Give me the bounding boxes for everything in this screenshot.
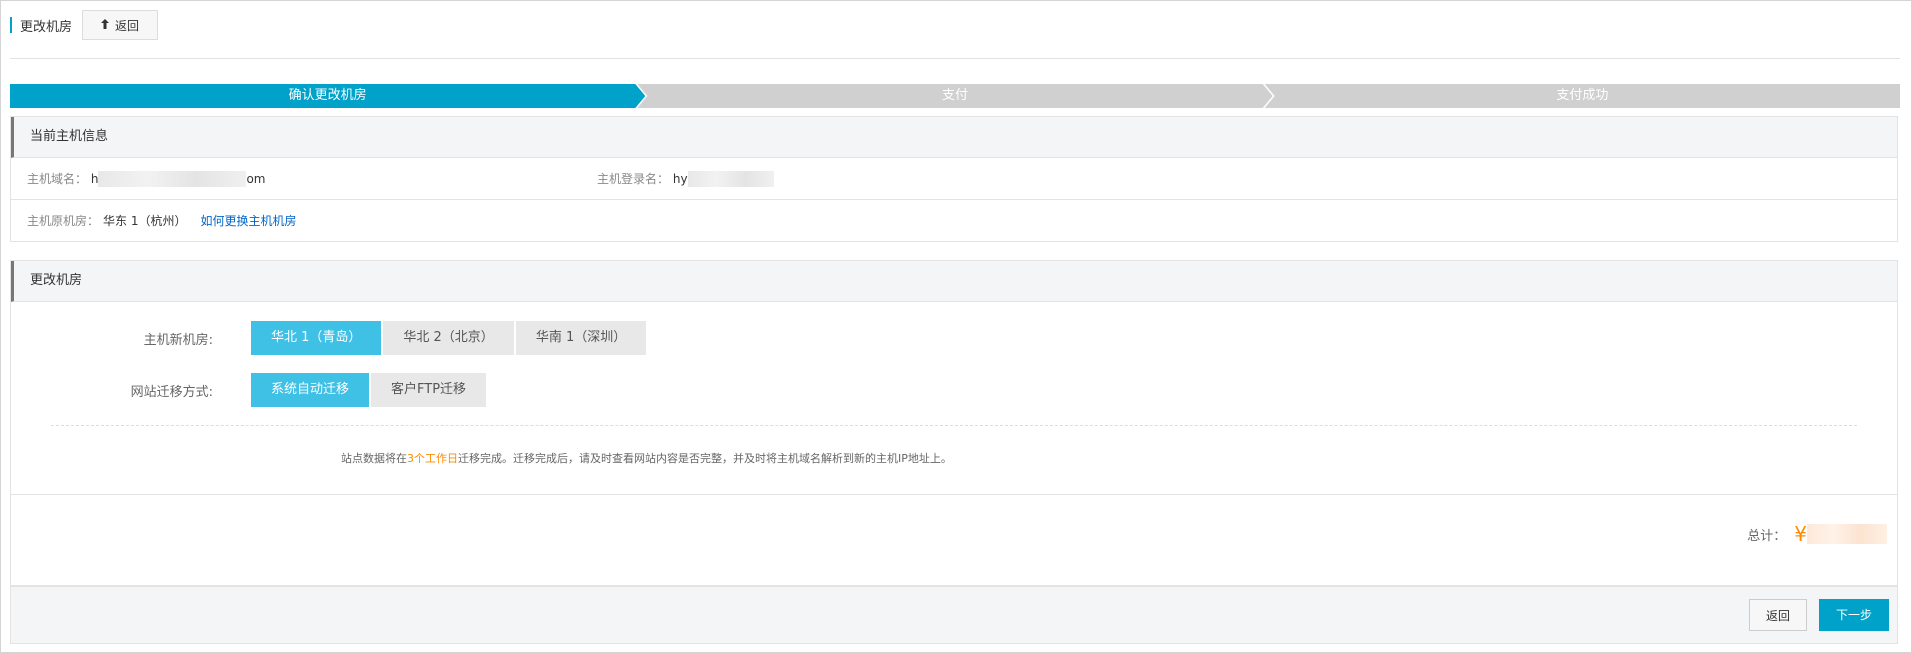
new-room-row: 主机新机房: 华北 1（青岛） 华北 2（北京） 华南 1（深圳）	[11, 321, 648, 355]
host-domain-suffix: om	[246, 171, 266, 186]
form-divider	[51, 425, 1857, 426]
total-price: 总计： ¥	[1747, 522, 1887, 546]
page-header: 更改机房 返回	[10, 10, 159, 40]
page-title: 更改机房	[20, 19, 73, 35]
host-login-label: 主机登录名：	[597, 171, 670, 186]
action-footer: 返回 下一步	[10, 586, 1898, 644]
change-room-title: 更改机房	[11, 261, 1897, 302]
header-divider	[10, 58, 1900, 59]
host-domain-row: 主机域名： h om 主机登录名： hy	[11, 158, 1897, 200]
host-login-prefix: hy	[672, 171, 688, 186]
note-text-after: 迁移完成。迁移完成后，请及时查看网站内容是否完整，并及时将主机域名解析到新的主机…	[458, 452, 952, 465]
total-label: 总计：	[1747, 528, 1787, 544]
migration-method-row: 网站迁移方式: 系统自动迁移 客户FTP迁移	[11, 373, 488, 407]
room-option-shenzhen[interactable]: 华南 1（深圳）	[515, 321, 647, 355]
migration-note: 站点数据将在3个工作日迁移完成。迁移完成后，请及时查看网站内容是否完整，并及时将…	[341, 450, 952, 466]
progress-steps: 确认更改机房 支付 支付成功	[10, 84, 1900, 108]
currency-symbol: ¥	[1794, 522, 1807, 546]
room-option-beijing[interactable]: 华北 2（北京）	[383, 321, 514, 355]
current-host-panel: 当前主机信息 主机域名： h om 主机登录名： hy 主机原机房： 华东 1（杭…	[10, 116, 1898, 242]
step-pay: 支付	[637, 84, 1272, 108]
header-back-label: 返回	[115, 18, 140, 33]
room-option-qingdao[interactable]: 华北 1（青岛）	[251, 321, 382, 355]
note-text-before: 站点数据将在	[341, 452, 407, 465]
host-origin-value: 华东 1（杭州）	[103, 214, 187, 228]
method-option-ftp[interactable]: 客户FTP迁移	[371, 373, 487, 407]
redacted-price	[1807, 524, 1887, 544]
host-login-cell: 主机登录名： hy	[597, 170, 774, 188]
total-area: 总计： ¥	[10, 494, 1898, 586]
note-highlight: 3个工作日	[407, 452, 458, 465]
change-room-panel: 更改机房 主机新机房: 华北 1（青岛） 华北 2（北京） 华南 1（深圳） 网…	[10, 260, 1898, 495]
header-back-button[interactable]: 返回	[82, 10, 159, 40]
redacted-domain	[98, 171, 247, 188]
step-confirm: 确认更改机房	[10, 84, 645, 108]
migration-method-label: 网站迁移方式:	[130, 384, 213, 400]
back-button[interactable]: 返回	[1749, 599, 1807, 631]
host-origin-row: 主机原机房： 华东 1（杭州） 如何更换主机机房	[11, 200, 1897, 241]
change-room-help-link[interactable]: 如何更换主机机房	[200, 212, 296, 229]
new-room-label: 主机新机房:	[143, 332, 213, 348]
method-option-auto[interactable]: 系统自动迁移	[251, 373, 370, 407]
host-domain-cell: 主机域名： h om	[27, 170, 597, 188]
title-accent-bar	[10, 17, 12, 33]
step-success: 支付成功	[1264, 84, 1900, 108]
host-domain-label: 主机域名：	[27, 171, 88, 186]
current-host-title: 当前主机信息	[11, 117, 1897, 158]
next-step-button[interactable]: 下一步	[1819, 599, 1889, 631]
upload-arrow-icon	[101, 18, 110, 32]
host-domain-prefix: h	[90, 171, 99, 186]
redacted-login	[687, 171, 774, 188]
host-origin-label: 主机原机房：	[27, 214, 100, 228]
